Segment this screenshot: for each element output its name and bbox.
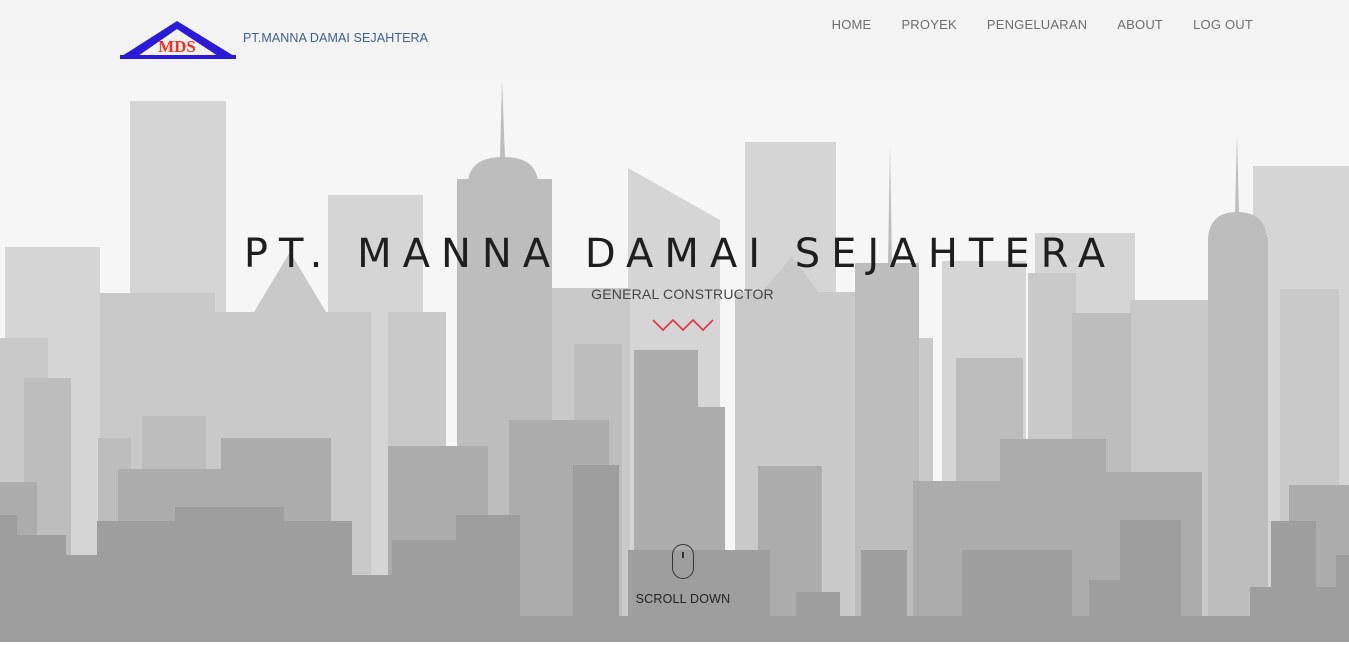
brand-name[interactable]: PT.MANNA DAMAI SEJAHTERA bbox=[243, 31, 428, 45]
logo-text: MDS bbox=[158, 37, 196, 56]
scroll-down-label: SCROLL DOWN bbox=[635, 592, 731, 606]
nav-proyek[interactable]: PROYEK bbox=[901, 17, 956, 32]
nav-logout[interactable]: LOG OUT bbox=[1193, 17, 1253, 32]
hero-section: PT. MANNA DAMAI SEJAHTERA GENERAL CONSTR… bbox=[0, 80, 1349, 642]
nav-pengeluaran[interactable]: PENGELUARAN bbox=[987, 17, 1087, 32]
hero-subtitle: GENERAL CONSTRUCTOR bbox=[591, 286, 774, 302]
mouse-wheel bbox=[682, 552, 684, 558]
nav-about[interactable]: ABOUT bbox=[1117, 17, 1163, 32]
zigzag-divider-icon bbox=[652, 318, 714, 332]
nav-menu: HOME PROYEK PENGELUARAN ABOUT LOG OUT bbox=[802, 17, 1253, 32]
hero-title: PT. MANNA DAMAI SEJAHTERA bbox=[243, 231, 1117, 277]
mouse-icon bbox=[672, 544, 694, 579]
scroll-down-button[interactable]: SCROLL DOWN bbox=[622, 544, 744, 606]
nav-home[interactable]: HOME bbox=[832, 17, 872, 32]
top-navbar: MDS PT.MANNA DAMAI SEJAHTERA HOME PROYEK… bbox=[0, 0, 1349, 80]
mds-logo[interactable]: MDS bbox=[120, 19, 236, 61]
